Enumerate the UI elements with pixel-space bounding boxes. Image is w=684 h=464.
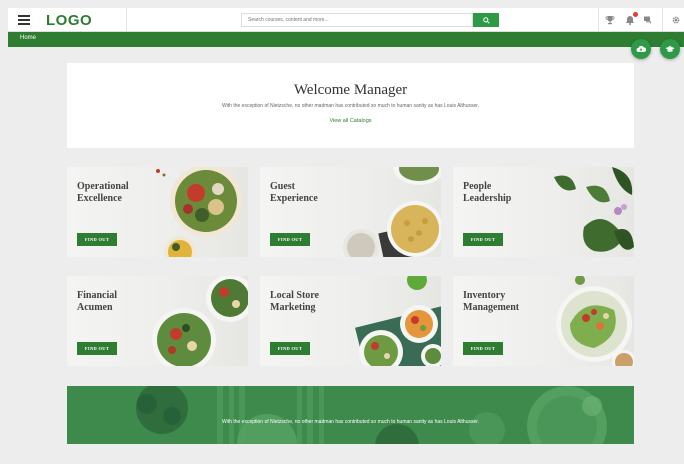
salad-bowl-image: [152, 276, 248, 366]
kale-image: [554, 167, 634, 252]
card-title: Inventory Management: [463, 290, 520, 313]
find-out-button[interactable]: FIND OUT: [463, 342, 503, 355]
card-title: Financial Acumen: [77, 290, 118, 313]
find-out-button[interactable]: FIND OUT: [270, 342, 310, 355]
find-out-button[interactable]: FIND OUT: [77, 342, 117, 355]
find-out-button[interactable]: FIND OUT: [77, 233, 117, 246]
divider: [598, 8, 599, 32]
hamburger-icon[interactable]: [18, 15, 30, 25]
course-card-inventory-management[interactable]: Inventory Management FIND OUT: [453, 276, 634, 366]
cloud-upload-icon: [636, 45, 646, 52]
divider: [662, 8, 663, 32]
course-card-financial-acumen[interactable]: Financial Acumen FIND OUT: [67, 276, 248, 366]
welcome-title: Welcome Manager: [293, 82, 408, 98]
food-bowl-image: [156, 167, 242, 257]
top-navbar: LOGO: [8, 8, 684, 32]
search-input[interactable]: [241, 13, 473, 27]
banner-text: With the exception of Nietzsche, no othe…: [221, 419, 480, 425]
search-button[interactable]: [473, 13, 499, 27]
course-card-people-leadership[interactable]: People Leadership FIND OUT: [453, 167, 634, 257]
gear-icon[interactable]: [670, 14, 682, 26]
course-card-operational-excellence[interactable]: Operational Excellence FIND OUT: [67, 167, 248, 257]
bottom-banner: With the exception of Nietzsche, no othe…: [67, 386, 634, 444]
trophy-icon[interactable]: [604, 14, 616, 26]
welcome-subtitle: With the exception of Nietzsche, no othe…: [221, 103, 480, 109]
card-title: Local Store Marketing: [270, 290, 319, 313]
find-out-button[interactable]: FIND OUT: [270, 233, 310, 246]
card-title: Operational Excellence: [77, 181, 129, 204]
course-card-guest-experience[interactable]: Guest Experience FIND OUT: [260, 167, 441, 257]
graduation-cap-icon: [665, 46, 675, 52]
view-all-catalogs-link[interactable]: View all Catalogs: [329, 118, 371, 124]
card-title: People Leadership: [463, 181, 512, 204]
logo[interactable]: LOGO: [46, 12, 92, 29]
card-title: Guest Experience: [270, 181, 318, 204]
divider: [126, 8, 127, 32]
welcome-panel: Welcome Manager With the exception of Ni…: [67, 63, 634, 148]
breadcrumb: Home: [8, 32, 684, 47]
marketing-bowls-image: [355, 276, 441, 366]
banner-vegetable-image: [67, 386, 634, 444]
search-icon: [482, 16, 490, 24]
breadcrumb-home[interactable]: Home: [20, 35, 36, 41]
notification-badge: [633, 12, 638, 17]
cloud-upload-button[interactable]: [631, 39, 651, 59]
chat-icon[interactable]: [642, 14, 654, 26]
graduation-button[interactable]: [660, 39, 680, 59]
chickpea-bowl-image: [343, 167, 441, 257]
course-card-local-store-marketing[interactable]: Local Store Marketing FIND OUT: [260, 276, 441, 366]
lettuce-wraps-image: [556, 276, 634, 366]
bell-icon[interactable]: [624, 12, 638, 26]
find-out-button[interactable]: FIND OUT: [463, 233, 503, 246]
